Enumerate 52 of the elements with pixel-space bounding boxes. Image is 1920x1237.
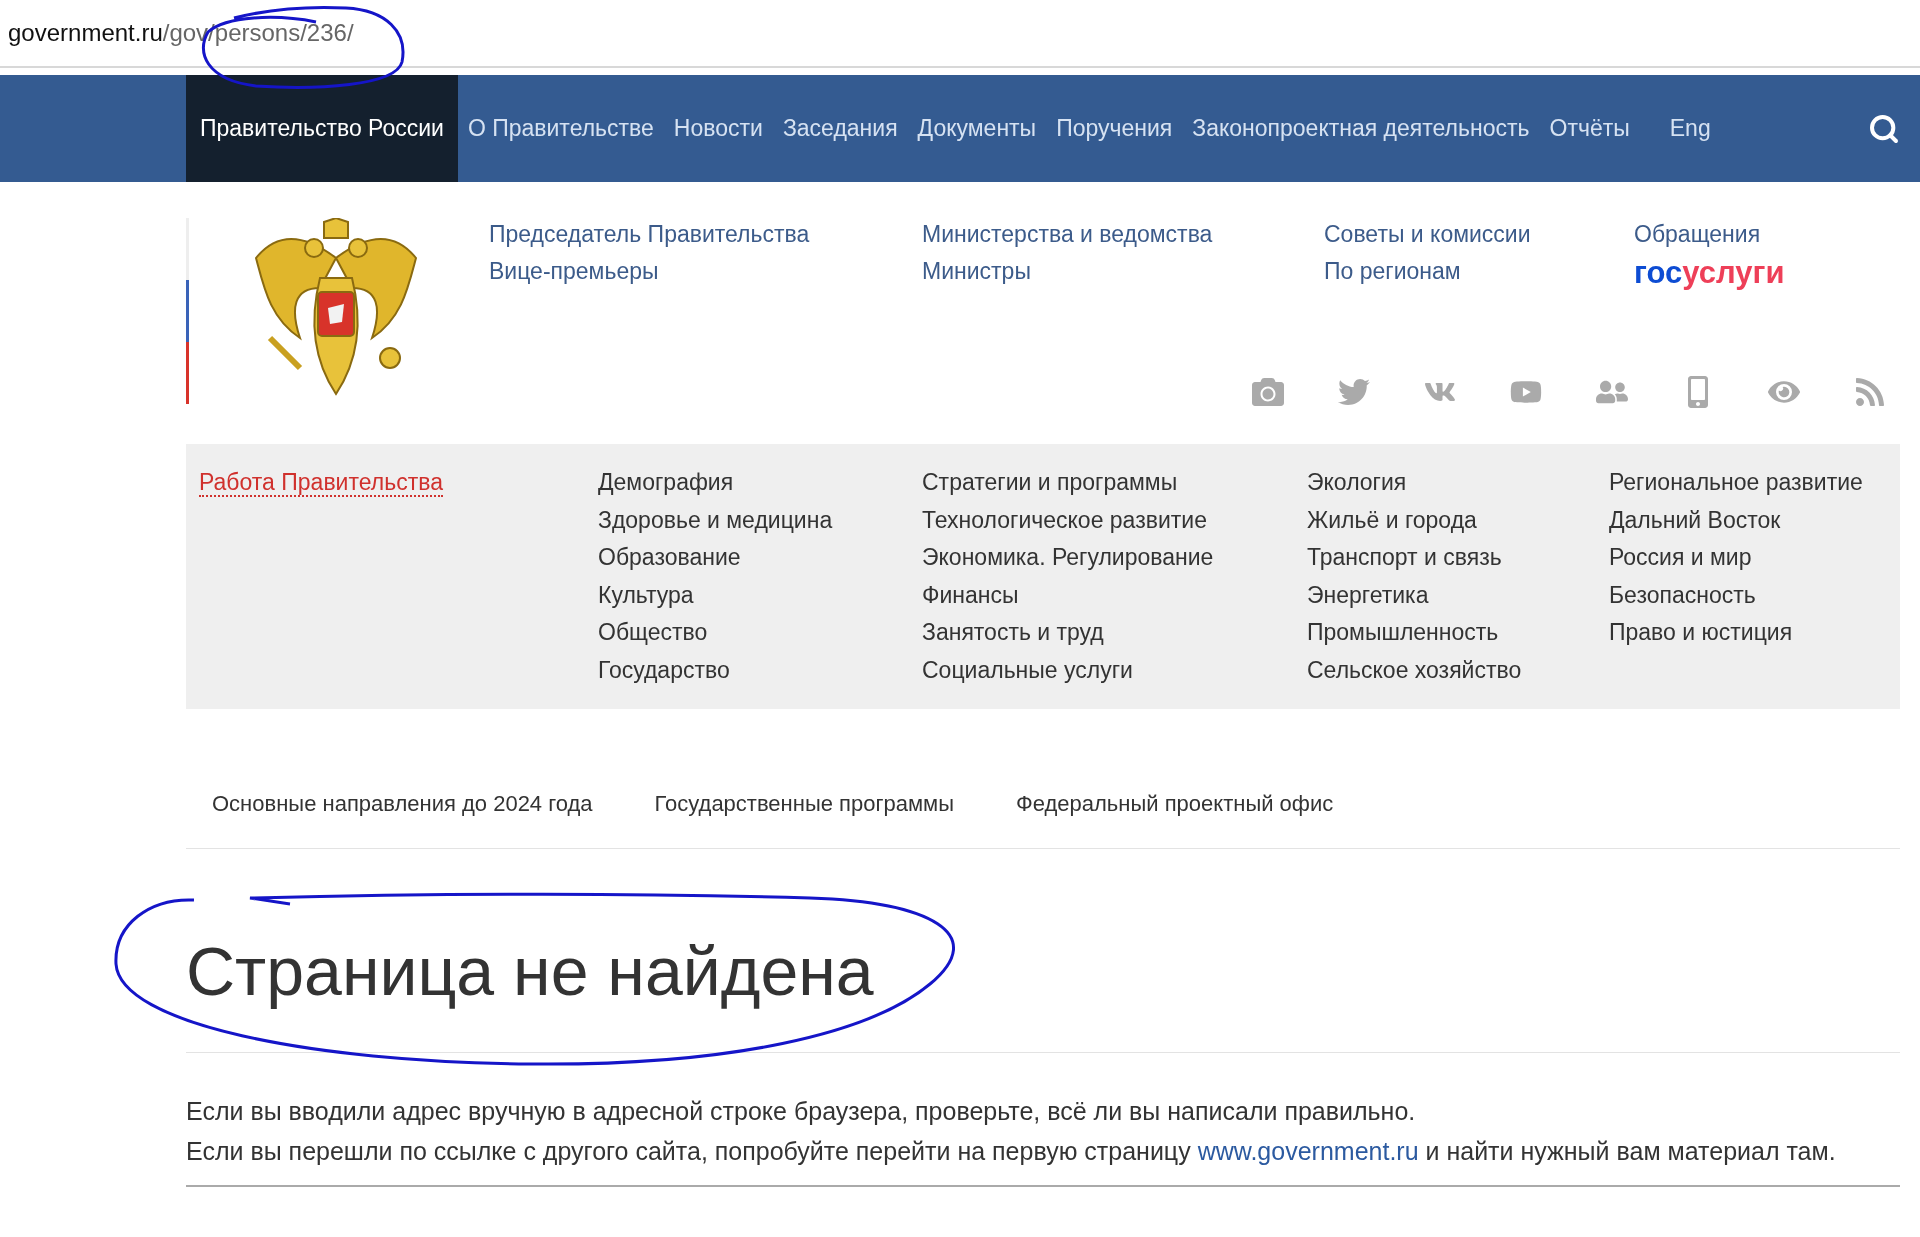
topic-link[interactable]: Государство [598, 651, 730, 689]
topic-link[interactable]: Россия и мир [1609, 539, 1752, 577]
nav-link[interactable]: Новости [663, 75, 773, 182]
topic-link[interactable]: Технологическое развитие [922, 501, 1207, 539]
camera-icon[interactable] [1252, 376, 1284, 408]
topic-link[interactable]: Финансы [922, 576, 1019, 614]
header-link[interactable]: Министерства и ведомства [922, 216, 1213, 253]
topic-link[interactable]: Социальные услуги [922, 651, 1133, 689]
nav-link[interactable]: Документы [907, 75, 1047, 182]
topic-link[interactable]: Жильё и города [1307, 501, 1477, 539]
topics-title-link[interactable]: Работа Правительства [199, 469, 443, 497]
topic-link[interactable]: Энергетика [1307, 576, 1429, 614]
nav-link[interactable]: Законопроектная деятельность [1182, 75, 1540, 182]
topic-link[interactable]: Образование [598, 539, 741, 577]
header-link[interactable]: Вице-премьеры [489, 253, 659, 290]
nav-link[interactable]: Поручения [1046, 75, 1183, 182]
topic-link[interactable]: Региональное развитие [1609, 464, 1863, 502]
page-heading: Страница не найдена [186, 931, 874, 1011]
nav-link[interactable]: Заседания [772, 75, 908, 182]
topic-link[interactable]: Культура [598, 576, 694, 614]
header-link[interactable]: Председатель Правительства [489, 216, 810, 253]
topic-link[interactable]: Сельское хозяйство [1307, 651, 1522, 689]
subnav-link[interactable]: Федеральный проектный офис [1016, 787, 1334, 820]
topic-link[interactable]: Промышленность [1307, 614, 1499, 652]
header-link[interactable]: Советы и комиссии [1324, 216, 1531, 253]
gosuslugi-logo[interactable]: госуслуги [1634, 253, 1785, 293]
topic-link[interactable]: Экономика. Регулирование [922, 539, 1214, 577]
topic-link[interactable]: Дальний Восток [1609, 501, 1781, 539]
topic-link[interactable]: Занятость и труд [922, 614, 1104, 652]
nav-link[interactable]: О Правительстве [457, 75, 664, 182]
error-message-text: Если вы перешли по ссылке с другого сайта, попробуйте перейти на первую страницу www.government.ru и найти нужный вам материал там. [186, 1136, 1837, 1167]
topic-link[interactable]: Стратегии и программы [922, 464, 1178, 502]
search-icon[interactable] [1868, 112, 1900, 145]
header-link[interactable]: Министры [922, 253, 1031, 290]
nav-link[interactable]: Отчёты [1539, 75, 1640, 182]
nav-link[interactable]: Eng [1659, 75, 1721, 182]
rss-icon[interactable] [1854, 376, 1886, 408]
header-link[interactable]: По регионам [1324, 253, 1461, 290]
topic-link[interactable]: Общество [598, 614, 708, 652]
nav-link[interactable]: Правительство России [186, 75, 458, 182]
subnav-link[interactable]: Основные направления до 2024 года [212, 787, 593, 820]
topic-link[interactable]: Экология [1307, 464, 1407, 502]
homepage-link[interactable]: www.government.ru [1197, 1137, 1419, 1165]
topic-link[interactable]: Безопасность [1609, 576, 1756, 614]
subnav-link[interactable]: Государственные программы [654, 787, 954, 820]
topic-link[interactable]: Здоровье и медицина [598, 501, 833, 539]
topic-link[interactable]: Право и юстиция [1609, 614, 1793, 652]
header-link[interactable]: Обращения [1634, 216, 1761, 253]
topic-link[interactable]: Демография [598, 464, 734, 502]
topic-link[interactable]: Транспорт и связь [1307, 539, 1502, 577]
error-message-text: Если вы вводили адрес вручную в адресной строке браузера, проверьте, всё ли вы написали правильно. [186, 1096, 1417, 1127]
bird-icon[interactable] [1338, 376, 1370, 408]
